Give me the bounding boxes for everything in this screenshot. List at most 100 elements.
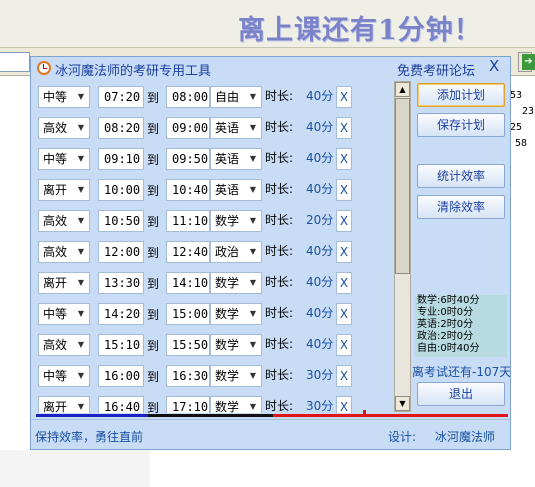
subject-select[interactable]: 数学 ▼ <box>210 210 262 232</box>
start-time-input[interactable]: 16:00 <box>98 365 144 387</box>
mode-select[interactable]: 离开 ▼ <box>38 272 90 294</box>
duration-label: 时长: <box>265 213 294 227</box>
scroll-up-icon[interactable]: ▲ <box>395 82 410 97</box>
chevron-down-icon[interactable]: ▼ <box>246 336 260 354</box>
end-time-input[interactable]: 09:00 <box>166 117 210 139</box>
start-time-input[interactable]: 10:50 <box>98 210 144 232</box>
class-countdown-overlay: 离上课还有1分钟！ <box>238 15 482 46</box>
chevron-down-icon[interactable]: ▼ <box>74 181 88 199</box>
chevron-down-icon[interactable]: ▼ <box>246 150 260 168</box>
chevron-down-icon[interactable]: ▼ <box>74 367 88 385</box>
planner-window: 冰河魔法师的考研专用工具 免费考研论坛 X 中等 ▼ 07:20 到 08:00 自由 ▼ 时… <box>30 56 511 450</box>
subject-select[interactable]: 数学 ▼ <box>210 365 262 387</box>
chevron-down-icon[interactable]: ▼ <box>74 212 88 230</box>
subject-select[interactable]: 英语 ▼ <box>210 148 262 170</box>
exit-button[interactable]: 退出 <box>417 382 505 406</box>
start-time-input[interactable]: 12:00 <box>98 241 144 263</box>
mode-select[interactable]: 中等 ▼ <box>38 365 90 387</box>
background-address-input[interactable] <box>0 52 30 72</box>
go-arrow-icon[interactable]: ➔ <box>522 54 535 70</box>
mode-select[interactable]: 离开 ▼ <box>38 179 90 201</box>
to-label: 到 <box>147 277 160 291</box>
end-time-input[interactable]: 08:00 <box>166 86 210 108</box>
delete-row-button[interactable]: X <box>336 396 352 413</box>
subject-select[interactable]: 英语 ▼ <box>210 179 262 201</box>
delete-row-button[interactable]: X <box>336 179 352 201</box>
start-time-input[interactable]: 10:00 <box>98 179 144 201</box>
end-time-input[interactable]: 14:10 <box>166 272 210 294</box>
start-time-input[interactable]: 08:20 <box>98 117 144 139</box>
delete-row-button[interactable]: X <box>336 210 352 232</box>
designer-label: 设计: <box>388 430 417 444</box>
schedule-row: 中等 ▼ 09:10 到 09:50 英语 ▼ 时长: 40分 X <box>34 146 395 170</box>
delete-row-button[interactable]: X <box>336 365 352 387</box>
start-time-input[interactable]: 14:20 <box>98 303 144 325</box>
end-time-input[interactable]: 17:10 <box>166 396 210 413</box>
chevron-down-icon[interactable]: ▼ <box>74 336 88 354</box>
stats-efficiency-button[interactable]: 统计效率 <box>417 164 505 188</box>
end-time-input[interactable]: 09:50 <box>166 148 210 170</box>
subject-select[interactable]: 政治 ▼ <box>210 241 262 263</box>
chevron-down-icon[interactable]: ▼ <box>246 181 260 199</box>
chevron-down-icon[interactable]: ▼ <box>74 305 88 323</box>
chevron-down-icon[interactable]: ▼ <box>246 305 260 323</box>
schedule-scrollbar[interactable]: ▲ ▼ <box>394 81 411 412</box>
start-time-input[interactable]: 13:30 <box>98 272 144 294</box>
end-time-input[interactable]: 15:50 <box>166 334 210 356</box>
subject-select[interactable]: 数学 ▼ <box>210 272 262 294</box>
subject-select[interactable]: 自由 ▼ <box>210 86 262 108</box>
delete-row-button[interactable]: X <box>336 334 352 356</box>
mode-select[interactable]: 离开 ▼ <box>38 396 90 413</box>
chevron-down-icon[interactable]: ▼ <box>246 243 260 261</box>
start-time-input[interactable]: 09:10 <box>98 148 144 170</box>
save-plan-button[interactable]: 保存计划 <box>417 113 505 137</box>
mode-select[interactable]: 高效 ▼ <box>38 117 90 139</box>
scroll-thumb[interactable] <box>395 98 410 274</box>
duration-label: 时长: <box>265 244 294 258</box>
chevron-down-icon[interactable]: ▼ <box>74 119 88 137</box>
close-button[interactable]: X <box>489 57 499 75</box>
chevron-down-icon[interactable]: ▼ <box>246 398 260 413</box>
mode-select[interactable]: 中等 ▼ <box>38 148 90 170</box>
forum-link[interactable]: 免费考研论坛 <box>397 60 475 79</box>
background-time: 25 <box>510 122 523 133</box>
clear-efficiency-button[interactable]: 清除效率 <box>417 195 505 219</box>
delete-row-button[interactable]: X <box>336 117 352 139</box>
day-progress-line <box>36 414 508 417</box>
mode-select[interactable]: 高效 ▼ <box>38 241 90 263</box>
delete-row-button[interactable]: X <box>336 241 352 263</box>
chevron-down-icon[interactable]: ▼ <box>246 119 260 137</box>
end-time-input[interactable]: 16:30 <box>166 365 210 387</box>
chevron-down-icon[interactable]: ▼ <box>246 212 260 230</box>
end-time-input[interactable]: 12:40 <box>166 241 210 263</box>
chevron-down-icon[interactable]: ▼ <box>74 274 88 292</box>
title-bar: 冰河魔法师的考研专用工具 免费考研论坛 X <box>31 57 510 79</box>
delete-row-button[interactable]: X <box>336 303 352 325</box>
chevron-down-icon[interactable]: ▼ <box>246 367 260 385</box>
subject-select[interactable]: 英语 ▼ <box>210 117 262 139</box>
chevron-down-icon[interactable]: ▼ <box>246 274 260 292</box>
subject-select[interactable]: 数学 ▼ <box>210 396 262 413</box>
start-time-input[interactable]: 15:10 <box>98 334 144 356</box>
start-time-input[interactable]: 07:20 <box>98 86 144 108</box>
end-time-input[interactable]: 11:10 <box>166 210 210 232</box>
chevron-down-icon[interactable]: ▼ <box>74 398 88 413</box>
start-time-input[interactable]: 16:40 <box>98 396 144 413</box>
subject-select[interactable]: 数学 ▼ <box>210 303 262 325</box>
scroll-down-icon[interactable]: ▼ <box>395 396 410 411</box>
mode-select[interactable]: 中等 ▼ <box>38 303 90 325</box>
delete-row-button[interactable]: X <box>336 148 352 170</box>
end-time-input[interactable]: 15:00 <box>166 303 210 325</box>
delete-row-button[interactable]: X <box>336 272 352 294</box>
end-time-input[interactable]: 10:40 <box>166 179 210 201</box>
chevron-down-icon[interactable]: ▼ <box>74 88 88 106</box>
chevron-down-icon[interactable]: ▼ <box>246 88 260 106</box>
chevron-down-icon[interactable]: ▼ <box>74 243 88 261</box>
mode-select[interactable]: 高效 ▼ <box>38 210 90 232</box>
subject-select[interactable]: 数学 ▼ <box>210 334 262 356</box>
delete-row-button[interactable]: X <box>336 86 352 108</box>
add-plan-button[interactable]: 添加计划 <box>417 83 505 107</box>
chevron-down-icon[interactable]: ▼ <box>74 150 88 168</box>
mode-select[interactable]: 高效 ▼ <box>38 334 90 356</box>
mode-select[interactable]: 中等 ▼ <box>38 86 90 108</box>
